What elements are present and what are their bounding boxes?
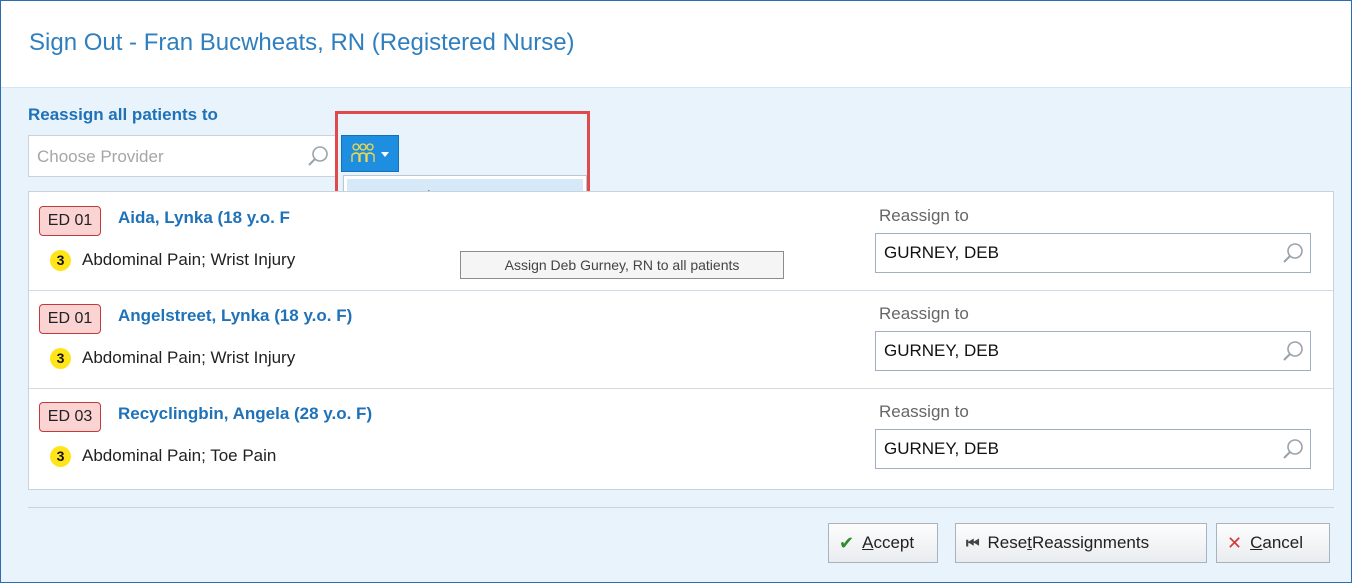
checkmark-icon: ✔ — [839, 532, 855, 553]
reassign-to-field[interactable] — [875, 331, 1311, 371]
skip-to-start-icon: ⏮ — [966, 534, 980, 552]
chief-complaint: Abdominal Pain; Wrist Injury — [82, 250, 296, 269]
reassign-all-label: Reassign all patients to — [28, 105, 218, 124]
reset-label-post: Reassignments — [1031, 533, 1150, 552]
dialog-title: Sign Out - Fran Bucwheats, RN (Registere… — [29, 29, 575, 56]
patient-name-link[interactable]: Angelstreet, Lynka (18 y.o. F) — [118, 306, 352, 326]
reassign-to-label: Reassign to — [879, 206, 969, 225]
location-badge: ED 01 — [39, 304, 101, 334]
patient-name-link[interactable]: Aida, Lynka (18 y.o. F — [118, 208, 290, 228]
patient-list: ED 01 Aida, Lynka (18 y.o. F 3 Abdominal… — [28, 191, 1334, 490]
location-badge: ED 01 — [39, 206, 101, 236]
search-icon[interactable] — [307, 144, 331, 168]
location-badge: ED 03 — [39, 402, 101, 432]
reassign-to-input[interactable] — [882, 242, 1266, 264]
reassign-to-label: Reassign to — [879, 304, 969, 323]
patient-name-link[interactable]: Recyclingbin, Angela (28 y.o. F) — [118, 404, 372, 424]
cancel-label-post: ancel — [1262, 533, 1304, 552]
chief-complaint: Abdominal Pain; Wrist Injury — [82, 348, 296, 367]
reassign-to-input[interactable] — [882, 438, 1266, 460]
reassign-to-input[interactable] — [882, 340, 1266, 362]
reset-reassignments-button[interactable]: ⏮ Rese t Reassignments — [955, 523, 1207, 563]
reassign-to-field[interactable] — [875, 429, 1311, 469]
search-icon[interactable] — [1282, 241, 1306, 265]
search-icon[interactable] — [1282, 437, 1306, 461]
acuity-badge: 3 — [50, 250, 71, 271]
reassign-to-field[interactable] — [875, 233, 1311, 273]
patient-row: ED 01 Angelstreet, Lynka (18 y.o. F) 3 A… — [29, 290, 1333, 389]
accept-label-post: ccept — [873, 533, 915, 552]
close-icon: ✕ — [1227, 532, 1243, 553]
chief-complaint: Abdominal Pain; Toe Pain — [82, 446, 277, 465]
cancel-button[interactable]: ✕ Cancel — [1216, 523, 1330, 563]
reset-label-pre: Rese — [987, 533, 1028, 552]
acuity-badge: 3 — [50, 446, 71, 467]
reassign-to-label: Reassign to — [879, 402, 969, 421]
choose-provider-field[interactable] — [28, 135, 337, 177]
cancel-label-accesskey: C — [1250, 533, 1263, 552]
sign-out-dialog: Sign Out - Fran Bucwheats, RN (Registere… — [0, 0, 1352, 583]
acuity-badge: 3 — [50, 348, 71, 369]
choose-provider-input[interactable] — [35, 146, 299, 168]
search-icon[interactable] — [1282, 339, 1306, 363]
accept-button[interactable]: ✔ Accept — [828, 523, 938, 563]
patient-row: ED 03 Recyclingbin, Angela (28 y.o. F) 3… — [29, 388, 1333, 486]
footer-divider — [28, 507, 1334, 508]
dialog-titlebar: Sign Out - Fran Bucwheats, RN (Registere… — [1, 1, 1351, 88]
assign-all-tooltip: Assign Deb Gurney, RN to all patients — [460, 251, 784, 279]
accept-label-accesskey: A — [862, 533, 874, 552]
